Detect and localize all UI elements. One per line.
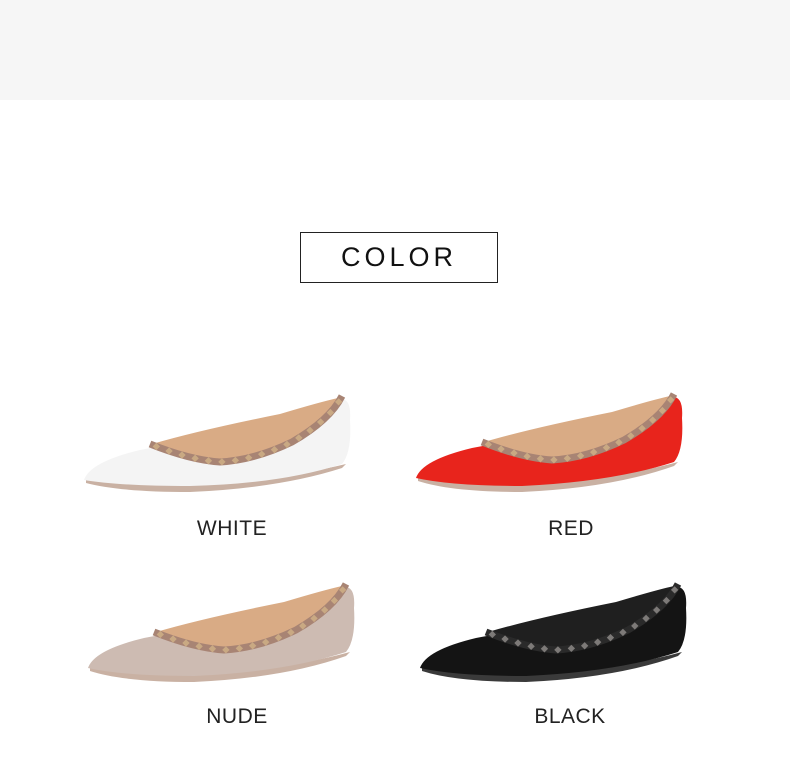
variant-label-black: BLACK — [534, 705, 606, 728]
shoe-image-nude — [84, 568, 364, 693]
shoe-nude-svg — [88, 582, 355, 682]
shoe-white-svg — [84, 394, 351, 492]
variant-label-red: RED — [548, 517, 594, 540]
shoe-red-svg — [416, 392, 683, 492]
variant-label-nude: NUDE — [206, 705, 268, 728]
color-heading: COLOR — [340, 242, 458, 272]
color-heading-box: COLOR — [300, 232, 498, 283]
shoe-image-red — [412, 378, 692, 503]
top-banner — [0, 0, 790, 100]
shoe-image-white — [80, 380, 360, 505]
shoe-black-svg — [420, 582, 687, 682]
shoe-image-black — [416, 568, 696, 693]
variant-label-white: WHITE — [196, 517, 268, 540]
